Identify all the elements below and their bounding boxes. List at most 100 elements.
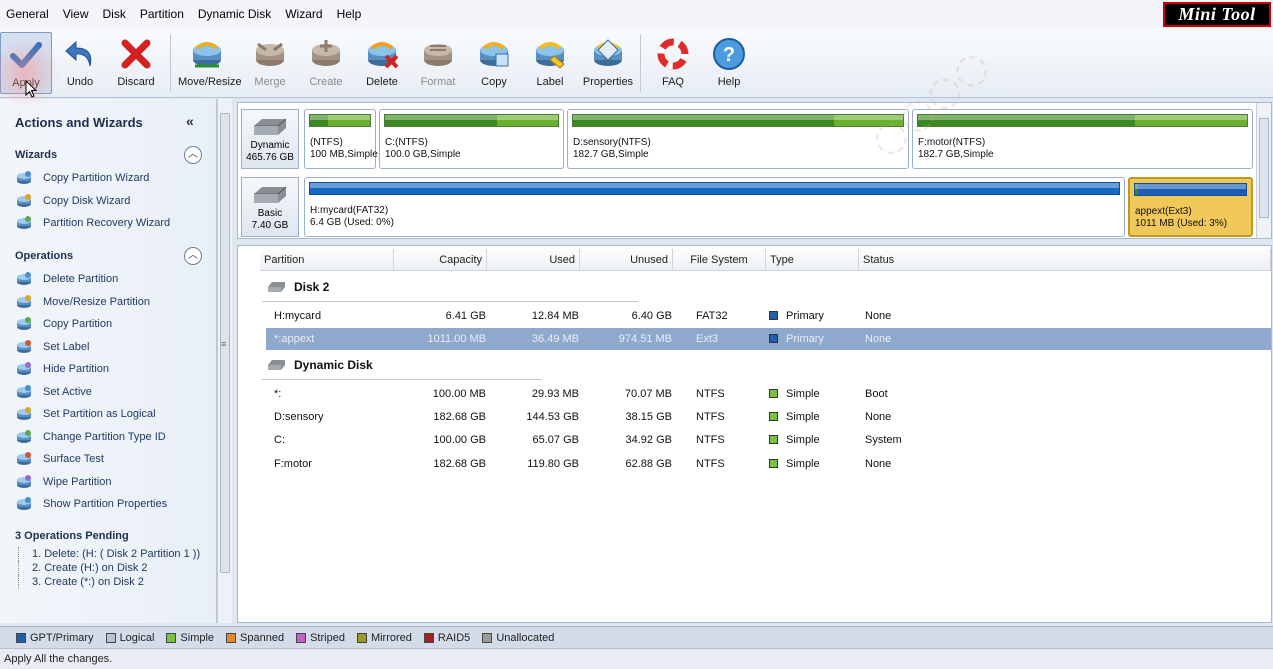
legend-bar: GPT/Primary Logical Simple Spanned Striped Mi…	[0, 626, 1273, 648]
cell-unused: 974.51 MB	[618, 333, 672, 346]
column-header[interactable]: Used	[487, 249, 580, 271]
cell-used: 119.80 GB	[527, 457, 579, 470]
column-header[interactable]: File System	[673, 249, 766, 271]
move-resize-button[interactable]: Move/Resize	[178, 32, 242, 94]
column-header[interactable]: Capacity	[394, 249, 487, 271]
operation-item[interactable]: Show Partition Properties	[16, 495, 167, 513]
table-row[interactable]: *:appext 1011.00 MB 36.49 MB 974.51 MB Ext3 P…	[266, 328, 1271, 351]
merge-button[interactable]: Merge	[242, 32, 298, 94]
operation-item[interactable]: Hide Partition	[16, 360, 109, 378]
undo-button[interactable]: Undo	[52, 32, 108, 94]
cell-partition: C:	[274, 434, 285, 447]
pending-operation[interactable]: 1. Delete: (H: ( Disk 2 Partition 1 ))	[18, 547, 200, 561]
legend-item: Striped	[296, 632, 345, 644]
partition-name: C:(NTFS)	[385, 137, 428, 148]
cell-fs: NTFS	[696, 457, 725, 470]
dynamic-disk-label[interactable]: Dynamic 465.76 GB	[241, 109, 299, 169]
partition-name: H:mycard(FAT32)	[310, 205, 389, 216]
operation-item[interactable]: Change Partition Type ID	[16, 428, 166, 446]
partition-block[interactable]: appext(Ext3) 1011 MB (Used: 3%)	[1128, 177, 1253, 237]
operation-label: Change Partition Type ID	[43, 430, 166, 443]
type-swatch	[769, 311, 778, 320]
partition-block[interactable]: F:motor(NTFS) 182.7 GB,Simple	[912, 109, 1253, 169]
collapse-panel-icon[interactable]: «	[186, 113, 194, 129]
partition-block[interactable]: D:sensory(NTFS) 182.7 GB,Simple	[567, 109, 909, 169]
partition-block[interactable]: H:mycard(FAT32) 6.4 GB (Used: 0%)	[304, 177, 1125, 237]
cell-unused: 34.92 GB	[625, 434, 672, 447]
operation-item[interactable]: Move/Resize Partition	[16, 293, 150, 311]
operation-icon	[17, 474, 31, 488]
create-button[interactable]: Create	[298, 32, 354, 94]
label-disk-icon	[536, 42, 565, 69]
status-bar: Apply All the changes.	[0, 648, 1273, 669]
help-button[interactable]: ? Help	[701, 32, 757, 94]
question-icon: ?	[713, 38, 745, 70]
column-header[interactable]: Partition	[260, 249, 394, 271]
disk-map-scrollbar[interactable]	[1256, 103, 1271, 238]
menu-view[interactable]: View	[57, 0, 97, 28]
partition-name: appext(Ext3)	[1135, 206, 1192, 217]
operation-label: Move/Resize Partition	[43, 295, 150, 308]
cell-capacity: 182.68 GB	[433, 410, 486, 423]
delete-button[interactable]: Delete	[354, 32, 410, 94]
copy-button[interactable]: Copy	[466, 32, 522, 94]
operation-item[interactable]: Set Partition as Logical	[16, 405, 156, 423]
menu-help[interactable]: Help	[331, 0, 370, 28]
wizard-item[interactable]: Copy Disk Wizard	[16, 192, 130, 210]
left-panel-scrollbar[interactable]: ≡	[217, 99, 232, 623]
scroll-thumb[interactable]	[1259, 118, 1269, 218]
operation-icon	[17, 339, 31, 353]
usage-bar	[1134, 183, 1247, 196]
legend-item: Mirrored	[356, 632, 412, 644]
table-row[interactable]: H:mycard 6.41 GB 12.84 MB 6.40 GB FAT32 Prima…	[266, 305, 1271, 327]
actions-wizards-panel: Actions and Wizards « Wizards ︿ Operatio…	[0, 99, 217, 623]
basic-disk-label[interactable]: Basic 7.40 GB	[241, 177, 299, 237]
format-button[interactable]: Format	[410, 32, 466, 94]
collapse-operations-icon[interactable]: ︿	[184, 247, 202, 265]
menu-disk[interactable]: Disk	[97, 0, 134, 28]
partition-block[interactable]: C:(NTFS) 100.0 GB,Simple	[379, 109, 564, 169]
partition-info: 182.7 GB,Simple	[573, 149, 649, 160]
disk-group-header[interactable]: Disk 2	[266, 280, 329, 294]
operation-item[interactable]: Set Label	[16, 338, 89, 356]
collapse-wizards-icon[interactable]: ︿	[184, 146, 202, 164]
pending-operation[interactable]: 3. Create (*:) on Disk 2	[18, 575, 144, 589]
column-header[interactable]: Status	[859, 249, 1271, 271]
wizard-item[interactable]: Copy Partition Wizard	[16, 169, 149, 187]
type-swatch	[769, 458, 778, 468]
menu-partition[interactable]: Partition	[134, 0, 192, 28]
faq-button[interactable]: FAQ	[645, 32, 701, 94]
group-divider	[262, 378, 542, 380]
operation-item[interactable]: Set Active	[16, 383, 92, 401]
column-header[interactable]: Unused	[580, 249, 673, 271]
operation-item[interactable]: Wipe Partition	[16, 473, 111, 491]
partition-block[interactable]: (NTFS) 100 MB,Simple	[304, 109, 378, 169]
table-row[interactable]: C: 100.00 GB 65.07 GB 34.92 GB NTFS Simple Sys…	[266, 429, 1271, 451]
legend-item: Unallocated	[482, 632, 554, 644]
table-row[interactable]: D:sensory 182.68 GB 144.53 GB 38.15 GB NTFS S…	[266, 406, 1271, 428]
discard-button[interactable]: Discard	[108, 32, 164, 94]
wizard-item[interactable]: Partition Recovery Wizard	[16, 214, 170, 232]
type-swatch	[769, 435, 778, 445]
cell-used: 29.93 MB	[531, 387, 579, 400]
wizard-label: Partition Recovery Wizard	[43, 217, 171, 229]
cell-used: 36.49 MB	[531, 333, 579, 346]
column-header[interactable]: Type	[766, 249, 859, 271]
type-swatch	[769, 411, 778, 421]
pending-operation[interactable]: 2. Create (H:) on Disk 2	[18, 561, 148, 575]
table-row[interactable]: *: 100.00 MB 29.93 MB 70.07 MB NTFS Simple Boo…	[266, 383, 1271, 405]
cell-used: 65.07 GB	[532, 434, 579, 447]
menu-wizard[interactable]: Wizard	[279, 0, 330, 28]
properties-button[interactable]: Properties	[578, 32, 638, 94]
menu-general[interactable]: General	[0, 0, 57, 28]
cell-partition: F:motor	[274, 457, 312, 470]
operation-item[interactable]: Copy Partition	[16, 315, 112, 333]
operation-item[interactable]: Surface Test	[16, 450, 104, 468]
operation-item[interactable]: Delete Partition	[16, 270, 118, 288]
label-button[interactable]: Label	[522, 32, 578, 94]
menu-dynamic-disk[interactable]: Dynamic Disk	[192, 0, 279, 28]
mouse-cursor-icon	[25, 80, 37, 98]
disk-group-header[interactable]: Dynamic Disk	[266, 358, 373, 372]
legend-label: Striped	[310, 631, 345, 644]
table-row[interactable]: F:motor 182.68 GB 119.80 GB 62.88 GB NTFS Sim…	[266, 453, 1271, 475]
